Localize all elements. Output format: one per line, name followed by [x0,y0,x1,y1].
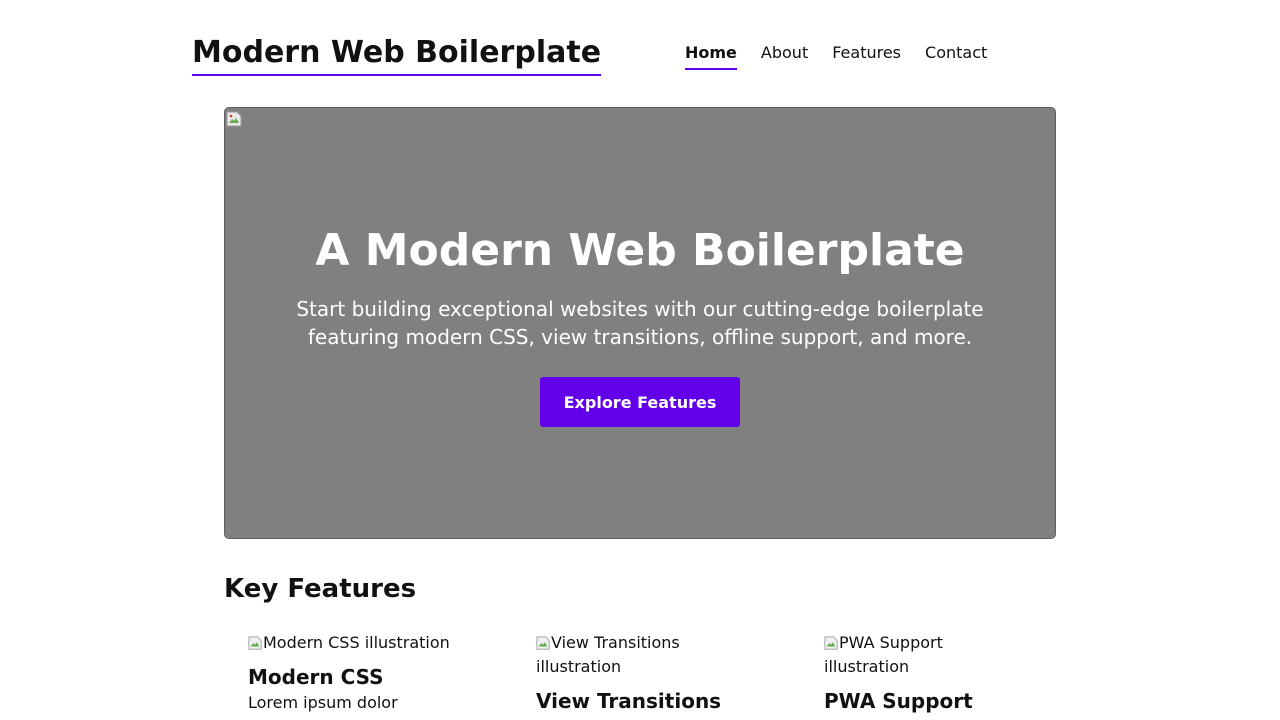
site-title-link[interactable]: Modern Web Boilerplate [192,32,602,76]
hero-title: A Modern Web Boilerplate [315,225,965,276]
broken-image-icon [248,636,262,650]
hero-subtitle: Start building exceptional websites with… [296,297,984,349]
feature-card-view-transitions: View Transitions illustration View Trans… [536,631,736,715]
key-features-heading: Key Features [224,574,417,604]
broken-image-icon [536,636,550,650]
explore-features-button[interactable]: Explore Features [540,377,740,427]
main-nav: Home About Features Contact [685,42,987,70]
feature-image-alt-text: View Transitions illustration [536,633,680,676]
broken-image-icon [824,636,838,650]
feature-image-view-transitions: View Transitions illustration [536,631,736,679]
site-header: Modern Web Boilerplate Home About Featur… [0,0,1280,96]
feature-image-modern-css: Modern CSS illustration [248,631,508,655]
nav-link-home[interactable]: Home [685,42,737,70]
broken-image-icon [226,111,242,127]
feature-image-pwa-support: PWA Support illustration [824,631,1004,679]
feature-title: Modern CSS [248,665,384,689]
nav-link-about[interactable]: About [761,42,808,70]
nav-link-features[interactable]: Features [832,42,901,70]
feature-card-pwa-support: PWA Support illustration PWA Support [824,631,1004,715]
feature-image-alt-text: Modern CSS illustration [263,633,450,652]
feature-description: Lorem ipsum dolor [248,693,398,712]
hero-section: A Modern Web Boilerplate Start building … [224,107,1056,539]
feature-title: PWA Support [824,689,973,713]
nav-link-contact[interactable]: Contact [925,42,987,70]
feature-image-alt-text: PWA Support illustration [824,633,943,676]
feature-card-modern-css: Modern CSS illustration Modern CSS Lorem… [248,631,508,715]
feature-title: View Transitions [536,689,722,713]
